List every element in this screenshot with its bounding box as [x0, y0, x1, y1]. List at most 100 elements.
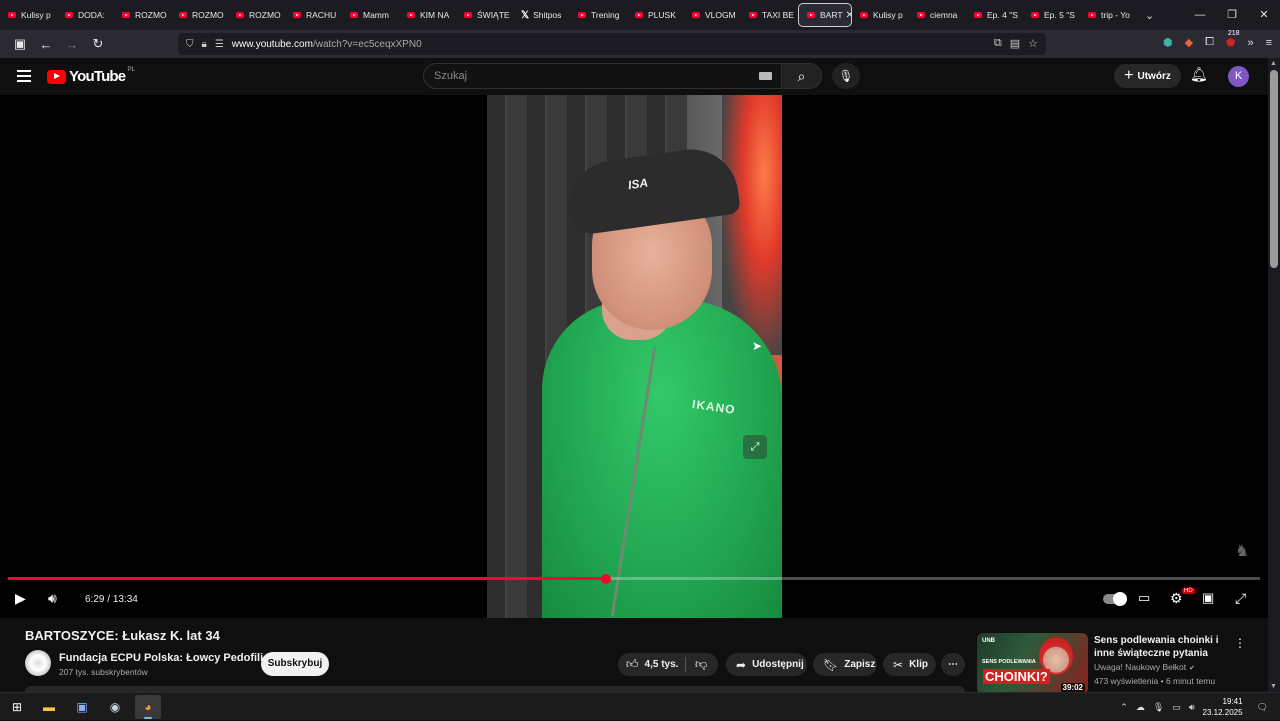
- browser-tab[interactable]: Ep. 4 "S: [966, 3, 1023, 27]
- monitor-app-icon[interactable]: ▣: [73, 698, 91, 716]
- browser-tab[interactable]: Trening: [570, 3, 627, 27]
- browser-tab[interactable]: 𝕏 Shitpos: [513, 3, 570, 27]
- search-button[interactable]: ⌕: [782, 63, 822, 89]
- search-input[interactable]: Szukaj: [423, 63, 782, 89]
- sidebar-toggle-icon[interactable]: ▣: [8, 36, 32, 52]
- browser-tab[interactable]: BART✕: [798, 3, 852, 27]
- video-player[interactable]: ISA IKANO ⤢ ➤ ♞ ▶ 🔊︎ 6:29 / 13:34 ▭ ⚙ HD…: [0, 95, 1268, 618]
- clip-button[interactable]: ✂ Klip: [883, 653, 936, 676]
- autoplay-toggle[interactable]: [1103, 592, 1127, 606]
- thumbs-down-icon[interactable]: 👎︎: [695, 657, 707, 672]
- share-button[interactable]: ➦ Udostępnij: [726, 653, 807, 676]
- browser-tab[interactable]: PLUSK: [627, 3, 684, 27]
- video-duration-badge: 39:02: [1060, 683, 1085, 692]
- page-scrollbar[interactable]: ▲ ▼: [1268, 58, 1280, 692]
- miniplayer-icon[interactable]: ▣: [1202, 590, 1214, 606]
- browser-tab[interactable]: Ep. 5 "S: [1023, 3, 1080, 27]
- browser-tab[interactable]: ROZMO: [114, 3, 171, 27]
- menu-hamburger-icon[interactable]: ≡: [1266, 37, 1272, 49]
- play-icon[interactable]: ▶: [15, 590, 26, 607]
- bookmark-star-icon[interactable]: ☆: [1028, 37, 1038, 50]
- reader-view-icon[interactable]: ▤: [1010, 37, 1020, 50]
- tab-list-chevron-icon[interactable]: ⌄: [1145, 9, 1154, 22]
- ublock-icon[interactable]: ⬟ 218: [1226, 30, 1240, 49]
- volume-tray-icon[interactable]: 🔊︎: [1189, 702, 1195, 713]
- browser-tab[interactable]: ROZMO: [171, 3, 228, 27]
- progress-scrubber[interactable]: [601, 573, 612, 584]
- recommended-channel-name[interactable]: Uwaga! Naukowy Bełkot ✔: [1094, 662, 1195, 672]
- browser-nav-bar: ▣ ← → ↻ ⛉ 🔒︎ ☰ www.youtube.com/watch?v=e…: [0, 30, 1280, 58]
- browser-tab[interactable]: ciemna: [909, 3, 966, 27]
- browser-tab[interactable]: ŚWIĄTE: [456, 3, 513, 27]
- scrollbar-thumb[interactable]: [1270, 70, 1278, 268]
- subtitles-icon[interactable]: ▭: [1138, 590, 1150, 606]
- tab-label: VLOGM: [705, 10, 736, 20]
- tab-label: RACHU: [306, 10, 337, 20]
- browser-tab[interactable]: KIM NA: [399, 3, 456, 27]
- browser-tab[interactable]: Mamm: [342, 3, 399, 27]
- firefox-icon[interactable]: ◕: [135, 695, 161, 719]
- browser-tab[interactable]: DODA:: [57, 3, 114, 27]
- extension-fox-icon[interactable]: ◆: [1185, 36, 1193, 49]
- address-bar[interactable]: ⛉ 🔒︎ ☰ www.youtube.com/watch?v=ec5ceqxXP…: [178, 33, 1046, 55]
- create-button[interactable]: + Utwórz: [1114, 64, 1181, 88]
- browser-tab[interactable]: RACHU: [285, 3, 342, 27]
- onedrive-icon[interactable]: ☁: [1136, 702, 1145, 713]
- browser-tab[interactable]: trip - Yo: [1080, 3, 1137, 27]
- steam-icon[interactable]: ◉: [106, 698, 124, 716]
- more-actions-button[interactable]: ⋯: [941, 653, 965, 676]
- video-frame[interactable]: ISA IKANO ⤢: [487, 95, 782, 618]
- windows-start-icon[interactable]: ⊞: [8, 698, 26, 716]
- microphone-tray-icon[interactable]: 🎙︎: [1153, 702, 1164, 713]
- tray-chevron-icon[interactable]: ⌃: [1120, 702, 1128, 713]
- extensions-puzzle-icon[interactable]: ⧠: [1205, 36, 1214, 49]
- youtube-icon: [1031, 12, 1039, 18]
- back-icon[interactable]: ←: [34, 37, 58, 52]
- restore-icon[interactable]: ❐: [1216, 0, 1248, 30]
- close-window-icon[interactable]: ✕: [1248, 0, 1280, 30]
- extension-shield-icon[interactable]: ⬢: [1163, 36, 1173, 49]
- notifications-bell-icon[interactable]: 🔔︎: [1190, 66, 1208, 83]
- minimize-icon[interactable]: —: [1184, 0, 1216, 30]
- network-icon[interactable]: ▭: [1172, 702, 1181, 713]
- clock[interactable]: 19:41 23.12.2025: [1203, 696, 1243, 718]
- forward-icon[interactable]: →: [60, 37, 84, 52]
- lock-icon[interactable]: 🔒︎: [202, 39, 207, 50]
- expand-overlay-icon[interactable]: ⤢: [743, 435, 767, 459]
- recommended-more-icon[interactable]: ⋮: [1234, 636, 1246, 650]
- fullscreen-icon[interactable]: ⤢: [1235, 590, 1246, 607]
- progress-played: [8, 577, 607, 580]
- youtube-logo[interactable]: YouTube PL: [47, 66, 135, 85]
- browser-tab[interactable]: VLOGM: [684, 3, 741, 27]
- voice-search-button[interactable]: 🎙︎: [832, 63, 860, 89]
- browser-tab[interactable]: Kulisy p: [0, 3, 57, 27]
- guide-menu-icon[interactable]: [17, 70, 31, 85]
- permissions-icon[interactable]: ☰: [215, 39, 224, 50]
- account-avatar[interactable]: K: [1228, 66, 1249, 87]
- shield-icon[interactable]: ⛉: [186, 39, 194, 50]
- recommended-video-title[interactable]: Sens podlewania choinki i inne świąteczn…: [1094, 634, 1226, 660]
- like-button[interactable]: 👍︎ 4,5 tys. 👎︎: [618, 653, 718, 676]
- save-button[interactable]: 🔖︎ Zapisz: [813, 653, 877, 676]
- scroll-down-arrow-icon[interactable]: ▼: [1270, 683, 1277, 690]
- file-explorer-icon[interactable]: ▬: [40, 698, 58, 716]
- scroll-up-arrow-icon[interactable]: ▲: [1270, 60, 1277, 67]
- progress-bar[interactable]: [8, 573, 1260, 584]
- keyboard-icon[interactable]: [759, 72, 772, 80]
- settings-gear-icon[interactable]: ⚙: [1170, 590, 1183, 607]
- hd-badge: HD: [1182, 588, 1195, 594]
- subscribe-button[interactable]: Subskrybuj: [261, 652, 329, 676]
- volume-icon[interactable]: 🔊︎: [48, 590, 57, 607]
- overflow-chevron-icon[interactable]: »: [1247, 37, 1253, 49]
- recommended-video-thumbnail[interactable]: UNB SENS PODLEWANIA CHOINKI? 39:02: [977, 633, 1088, 694]
- pip-icon[interactable]: ⧉: [994, 37, 1002, 50]
- notifications-icon[interactable]: 🗨︎: [1257, 702, 1268, 713]
- channel-watermark-icon[interactable]: ♞: [1235, 541, 1249, 561]
- channel-name[interactable]: Fundacja ECPU Polska: Łowcy Pedofili: [59, 652, 263, 664]
- reload-icon[interactable]: ↻: [86, 36, 110, 52]
- browser-tab[interactable]: Kulisy p: [852, 3, 909, 27]
- channel-avatar[interactable]: [25, 650, 51, 676]
- tab-label: Mamm: [363, 10, 389, 20]
- browser-tab[interactable]: ROZMO: [228, 3, 285, 27]
- browser-tab[interactable]: TAXI BE: [741, 3, 798, 27]
